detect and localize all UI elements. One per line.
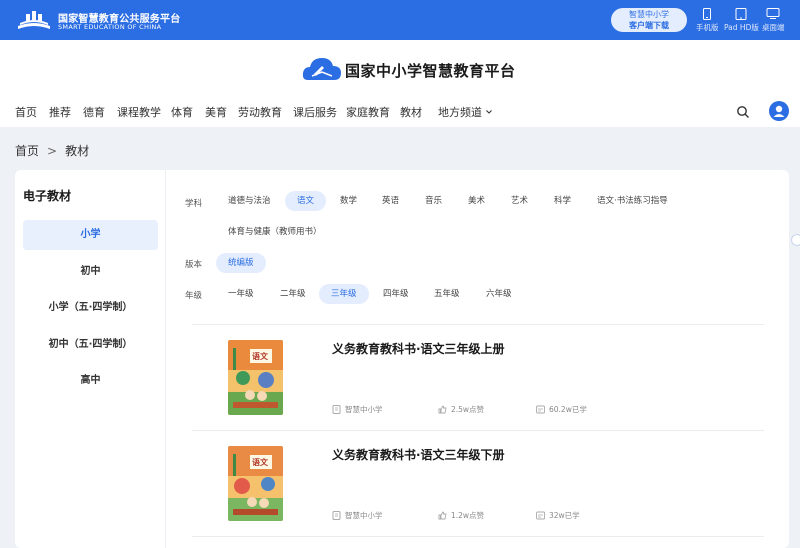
book-icon <box>332 511 341 520</box>
sidebar-item-junior[interactable]: 初中 <box>23 257 158 287</box>
book-publisher-text: 智慧中小学 <box>345 511 383 520</box>
user-icon <box>773 105 785 117</box>
sidebar-item-junior-54[interactable]: 初中（五·四学制） <box>23 330 158 360</box>
chip-edition-unified[interactable]: 统编版 <box>216 253 266 273</box>
divider <box>192 324 764 325</box>
chip-subject-calligraphy[interactable]: 语文·书法练习指导 <box>585 191 680 211</box>
nav-item-local[interactable]: 地方频道 <box>438 104 493 120</box>
breadcrumb-separator: > <box>47 144 58 158</box>
floating-menu-icon[interactable] <box>791 234 800 246</box>
nav-item-courses[interactable]: 课程教学 <box>117 104 161 120</box>
device-desktop[interactable]: 桌面端 <box>762 8 785 33</box>
nav-item-arts[interactable]: 美育 <box>205 104 227 120</box>
textbook-panel: 电子教材 小学 初中 小学（五·四学制） 初中（五·四学制） 高中 学科 道德与… <box>15 170 789 548</box>
device-label: Pad HD版 <box>724 23 759 32</box>
breadcrumb: 首页 > 教材 <box>15 142 89 159</box>
chip-subject-pe-teacher[interactable]: 体育与健康（教师用书） <box>216 222 334 242</box>
chip-grade-4[interactable]: 四年级 <box>371 284 421 304</box>
sidebar-item-primary-54[interactable]: 小学（五·四学制） <box>23 293 158 323</box>
book-likes: 1.2w点赞 <box>438 510 484 521</box>
chip-subject-chinese[interactable]: 语文 <box>285 191 327 211</box>
site-logo-icon[interactable] <box>302 54 342 86</box>
book-title[interactable]: 义务教育教科书·语文三年级下册 <box>332 446 505 463</box>
nav-item-local-label: 地方频道 <box>438 106 482 119</box>
device-label: 桌面端 <box>762 23 785 32</box>
book-publisher-text: 智慧中小学 <box>345 405 383 414</box>
site-header: 国家中小学智慧教育平台 首页 推荐 德育 课程教学 体育 美育 劳动教育 课后服… <box>0 40 800 127</box>
nav-item-recommend[interactable]: 推荐 <box>49 104 71 120</box>
sidebar: 电子教材 小学 初中 小学（五·四学制） 初中（五·四学制） 高中 <box>15 170 166 548</box>
device-phone[interactable]: 手机版 <box>696 8 719 33</box>
nav-item-family[interactable]: 家庭教育 <box>346 104 390 120</box>
chip-subject-art[interactable]: 艺术 <box>499 191 540 211</box>
book-cover[interactable]: 语文 <box>228 340 283 415</box>
desktop-icon <box>766 8 780 19</box>
learners-icon <box>536 511 545 520</box>
client-download-button[interactable]: 智慧中小学 客户端下载 <box>611 8 687 32</box>
client-button-line1: 智慧中小学 <box>629 10 669 19</box>
chip-grade-2[interactable]: 二年级 <box>268 284 318 304</box>
chip-grade-6[interactable]: 六年级 <box>474 284 524 304</box>
site-name: 国家中小学智慧教育平台 <box>345 62 516 80</box>
divider <box>192 430 764 431</box>
breadcrumb-current: 教材 <box>65 144 90 158</box>
book-icon <box>332 405 341 414</box>
nav-item-sports[interactable]: 体育 <box>171 104 193 120</box>
book-learners: 32w已学 <box>536 510 580 521</box>
thumbs-up-icon <box>438 511 447 520</box>
chip-subject-science[interactable]: 科学 <box>542 191 583 211</box>
nav-item-labor[interactable]: 劳动教育 <box>238 104 282 120</box>
chip-subject-english[interactable]: 英语 <box>370 191 411 211</box>
chip-grade-3[interactable]: 三年级 <box>319 284 369 304</box>
top-bar: 国家智慧教育公共服务平台 SMART EDUCATION OF CHINA 智慧… <box>0 0 800 40</box>
sidebar-title: 电子教材 <box>23 189 72 203</box>
book-publisher: 智慧中小学 <box>332 510 383 521</box>
book-cover-label: 语文 <box>252 458 268 467</box>
filter-label-subject: 学科 <box>185 199 203 209</box>
chip-grade-1[interactable]: 一年级 <box>216 284 266 304</box>
book-likes-text: 2.5w点赞 <box>451 405 485 414</box>
avatar[interactable] <box>769 101 789 121</box>
nav-item-after-school[interactable]: 课后服务 <box>293 104 337 120</box>
client-button-line2: 客户端下载 <box>629 21 669 30</box>
breadcrumb-home[interactable]: 首页 <box>15 144 39 158</box>
sidebar-item-senior[interactable]: 高中 <box>23 366 158 396</box>
nav-item-textbooks[interactable]: 教材 <box>400 104 422 120</box>
book-learners-text: 60.2w已学 <box>549 405 587 414</box>
chip-subject-morality[interactable]: 道德与法治 <box>216 191 283 211</box>
device-pad[interactable]: Pad HD版 <box>724 8 759 33</box>
learners-icon <box>536 405 545 414</box>
chip-subject-music[interactable]: 音乐 <box>413 191 454 211</box>
thumbs-up-icon <box>438 405 447 414</box>
platform-name-en: SMART EDUCATION OF CHINA <box>58 23 162 31</box>
book-title[interactable]: 义务教育教科书·语文三年级上册 <box>332 340 505 357</box>
phone-icon <box>703 8 712 20</box>
chip-subject-fine-arts[interactable]: 美术 <box>456 191 497 211</box>
sidebar-item-primary[interactable]: 小学 <box>23 220 158 250</box>
nav-item-home[interactable]: 首页 <box>15 104 37 120</box>
book-likes: 2.5w点赞 <box>438 404 484 415</box>
filter-label-edition: 版本 <box>185 260 203 270</box>
chip-grade-5[interactable]: 五年级 <box>422 284 472 304</box>
book-cover[interactable]: 语文 <box>228 446 283 521</box>
search-icon[interactable] <box>736 105 750 119</box>
book-publisher: 智慧中小学 <box>332 404 383 415</box>
filter-label-grade: 年级 <box>185 291 203 301</box>
tablet-icon <box>735 8 747 20</box>
platform-logo-icon[interactable] <box>16 8 52 32</box>
chip-subject-math[interactable]: 数学 <box>328 191 369 211</box>
book-learners: 60.2w已学 <box>536 404 587 415</box>
book-likes-text: 1.2w点赞 <box>451 511 485 520</box>
device-label: 手机版 <box>696 23 719 32</box>
chevron-down-icon <box>486 110 492 114</box>
book-cover-label: 语文 <box>252 352 268 361</box>
divider <box>192 536 764 537</box>
book-learners-text: 32w已学 <box>549 511 580 520</box>
nav-item-moral[interactable]: 德育 <box>83 104 105 120</box>
